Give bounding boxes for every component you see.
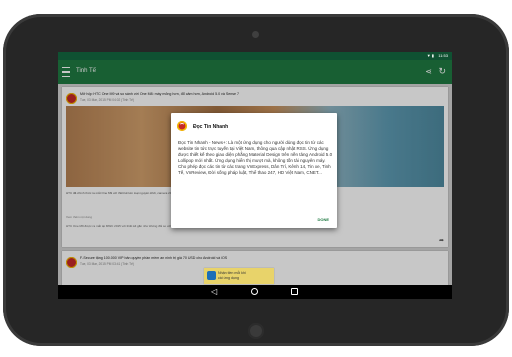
ad-icon [207,271,216,280]
front-camera [252,31,259,38]
dialog-done-button[interactable]: DONE [317,217,329,222]
home-icon[interactable] [251,288,258,295]
ad-line-2: cài ứng dụng [218,275,239,280]
status-time: 11:53 [438,53,448,58]
status-icons: ▼ ▮ [426,53,434,58]
back-icon[interactable]: ◁ [211,287,217,296]
dialog-title: Đọc Tin Nhanh [193,124,229,130]
dialog-body: Đọc Tin Nhanh - News+: Là một ứng dụng c… [178,140,333,175]
app-logo-icon [177,121,187,131]
ad-line-1: Nhận tiền mỗi khi [218,271,246,275]
ad-banner[interactable]: Nhận tiền mỗi khi cài ứng dụng [204,268,274,284]
about-dialog: Đọc Tin Nhanh Đọc Tin Nhanh - News+: Là … [171,113,337,228]
status-bar: ▼ ▮ 11:53 [58,52,452,60]
hardware-home-button[interactable] [248,323,264,339]
navigation-bar: ◁ [58,285,452,299]
recent-apps-icon[interactable] [291,288,298,295]
screen: ▼ ▮ 11:53 Tinh Tế ⋖ ↻ Mở hộp HTC One M9 … [58,52,452,299]
